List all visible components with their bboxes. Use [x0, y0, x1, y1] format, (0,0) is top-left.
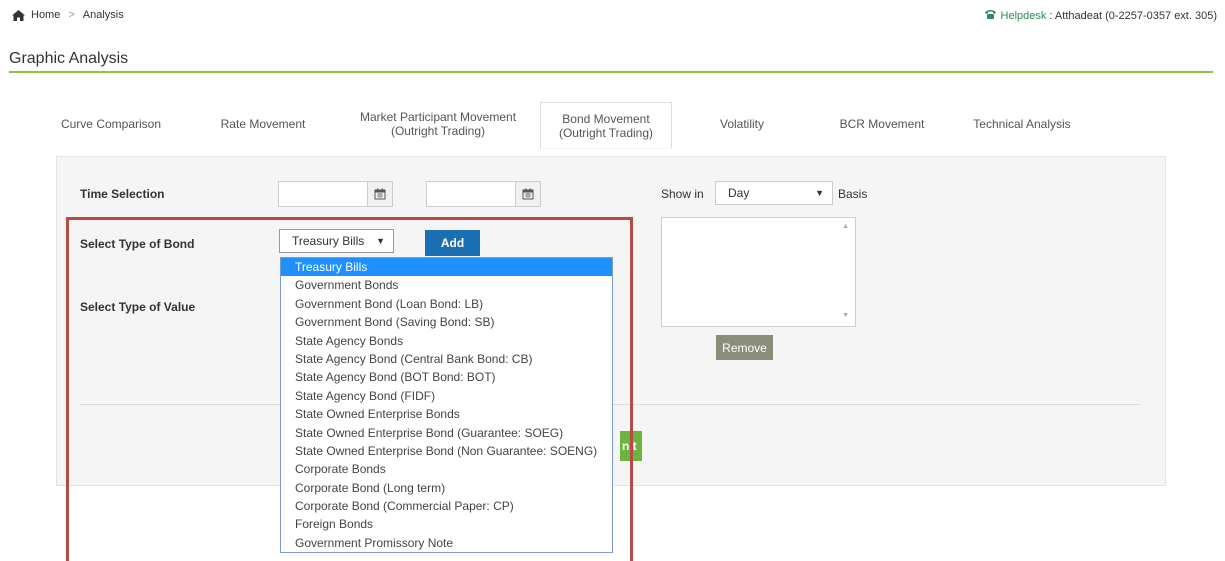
end-date-input[interactable]: [426, 181, 516, 207]
breadcrumb: Home > Analysis: [12, 9, 124, 21]
selected-bonds-listbox[interactable]: ▲ ▼: [661, 217, 856, 327]
remove-button[interactable]: Remove: [716, 335, 773, 360]
home-icon[interactable]: [12, 9, 25, 21]
scroll-down-icon[interactable]: ▼: [842, 312, 849, 319]
phone-icon: [985, 10, 997, 19]
breadcrumb-home-link[interactable]: Home: [31, 9, 60, 21]
helpdesk-contact: : Atthadeat (0-2257-0357 ext. 305): [1046, 10, 1217, 22]
scroll-up-icon[interactable]: ▲: [842, 223, 849, 230]
time-selection-label: Time Selection: [80, 187, 165, 201]
page-title: Graphic Analysis: [9, 50, 129, 67]
tab-volatility[interactable]: Volatility: [688, 104, 796, 144]
title-divider: [9, 71, 1213, 73]
basis-select-value: Day: [728, 186, 750, 200]
helpdesk-info: Helpdesk : Atthadeat (0-2257-0357 ext. 3…: [984, 9, 1217, 22]
basis-select[interactable]: Day ▼: [715, 181, 833, 205]
breadcrumb-separator: >: [68, 9, 75, 21]
tab-market-participant-movement[interactable]: Market Participant Movement (Outright Tra…: [340, 104, 536, 144]
calendar-icon: [374, 188, 386, 200]
highlight-box: [66, 217, 633, 561]
analysis-tabs: Curve Comparison Rate Movement Market Pa…: [58, 102, 1166, 149]
chevron-down-icon: ▼: [815, 188, 824, 198]
start-date-calendar-button[interactable]: [367, 181, 393, 207]
breadcrumb-current: Analysis: [82, 9, 124, 21]
calendar-icon: [522, 188, 534, 200]
tab-bond-movement[interactable]: Bond Movement (Outright Trading): [540, 102, 672, 149]
end-date-calendar-button[interactable]: [515, 181, 541, 207]
show-in-label: Show in: [661, 187, 704, 201]
tab-curve-comparison[interactable]: Curve Comparison: [58, 104, 164, 144]
helpdesk-label[interactable]: Helpdesk: [1001, 10, 1047, 22]
tab-technical-analysis[interactable]: Technical Analysis: [962, 104, 1082, 144]
tab-bcr-movement[interactable]: BCR Movement: [822, 104, 942, 144]
start-date-input[interactable]: [278, 181, 368, 207]
tab-rate-movement[interactable]: Rate Movement: [208, 104, 318, 144]
basis-label: Basis: [838, 187, 868, 201]
